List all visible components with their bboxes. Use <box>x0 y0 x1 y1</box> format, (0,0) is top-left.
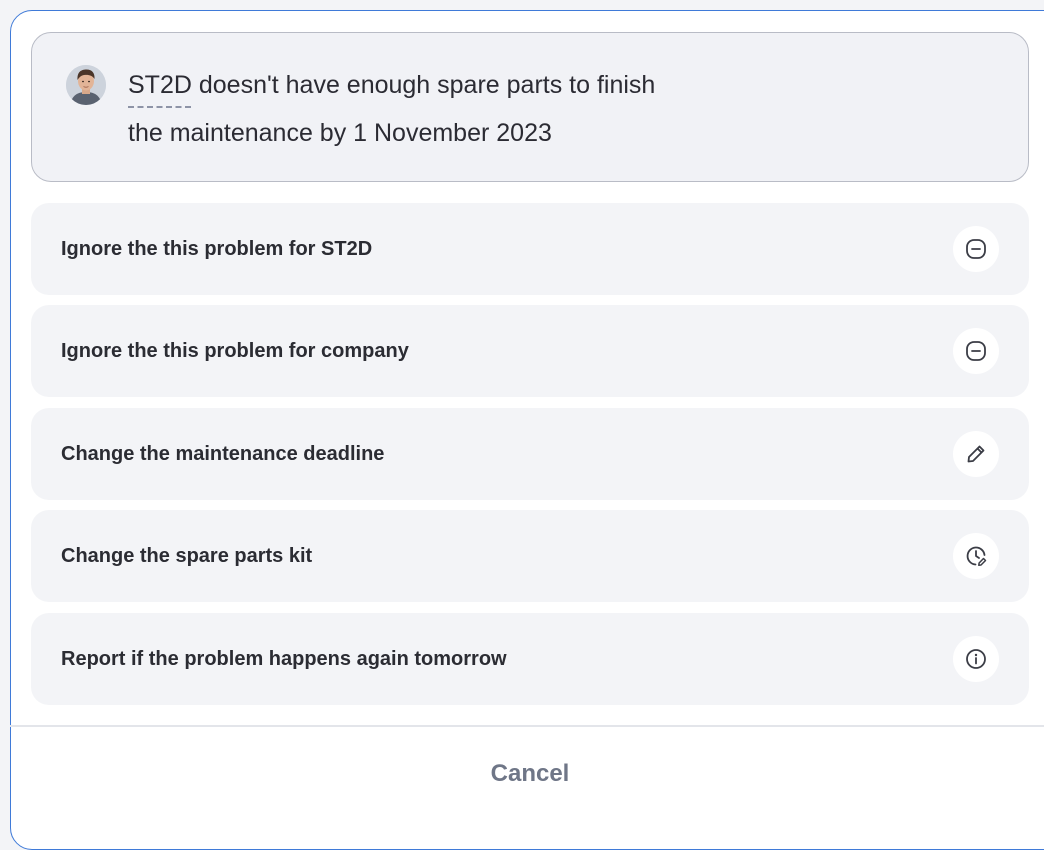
minus-circle-icon <box>953 226 999 272</box>
option-label: Ignore the this problem for company <box>61 340 409 362</box>
asset-mention-st2d[interactable]: ST2D <box>128 71 192 99</box>
option-ignore-for-company[interactable]: Ignore the this problem for company <box>31 305 1029 397</box>
option-label: Change the maintenance deadline <box>61 443 385 465</box>
pencil-icon <box>953 431 999 477</box>
clock-edit-icon <box>953 533 999 579</box>
avatar <box>66 65 106 105</box>
option-ignore-for-st2d[interactable]: Ignore the this problem for ST2D <box>31 203 1029 295</box>
cancel-button[interactable]: Cancel <box>10 727 1044 817</box>
notice-line1-text: doesn't have enough spare parts to finis… <box>191 71 656 99</box>
option-report-again-tomorrow[interactable]: Report if the problem happens again tomo… <box>31 613 1029 705</box>
option-label: Report if the problem happens again tomo… <box>61 648 507 670</box>
option-change-deadline[interactable]: Change the maintenance deadline <box>31 408 1029 500</box>
notice-line2-text: the maintenance by 1 November 2023 <box>128 119 552 147</box>
option-label: Ignore the this problem for ST2D <box>61 238 373 260</box>
problem-notice-card: ST2D doesn't have enough spare parts to … <box>31 32 1029 182</box>
option-change-spare-parts-kit[interactable]: Change the spare parts kit <box>31 510 1029 602</box>
problem-notice-text: ST2D doesn't have enough spare parts to … <box>128 61 1008 157</box>
info-icon <box>953 636 999 682</box>
option-label: Change the spare parts kit <box>61 545 313 567</box>
minus-circle-icon <box>953 328 999 374</box>
